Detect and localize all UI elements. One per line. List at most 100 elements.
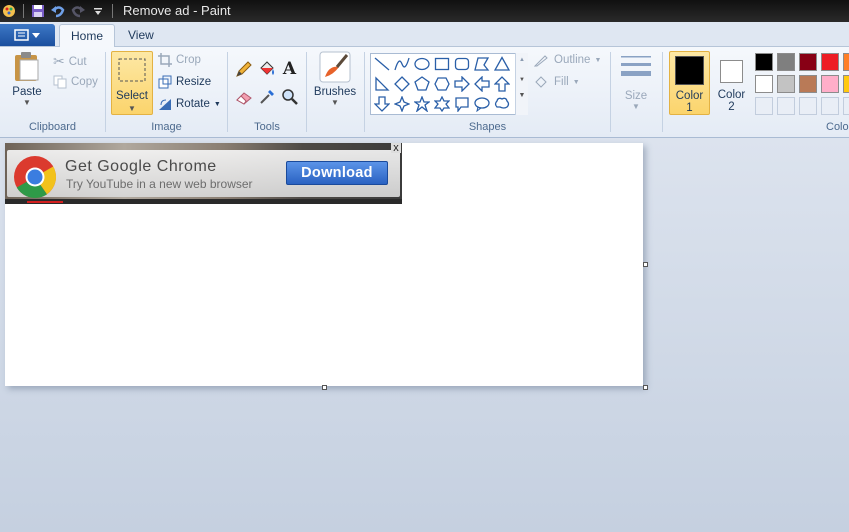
ad-close-icon[interactable]: x bbox=[391, 143, 401, 154]
resize-button[interactable]: Resize bbox=[158, 75, 211, 89]
palette-swatch[interactable] bbox=[755, 53, 773, 71]
color1-label: Color bbox=[675, 90, 704, 102]
oval-shape-icon[interactable] bbox=[413, 55, 431, 73]
paint-app-icon[interactable] bbox=[0, 2, 18, 20]
group-separator bbox=[364, 52, 365, 132]
rounded-rectangle-shape-icon[interactable] bbox=[453, 55, 471, 73]
canvas-resize-handle-corner[interactable] bbox=[643, 385, 648, 390]
drawing-canvas[interactable]: Get Google Chrome Try YouTube in a new w… bbox=[5, 143, 643, 386]
undo-icon[interactable] bbox=[49, 2, 67, 20]
ad-download-button[interactable]: Download bbox=[286, 161, 388, 185]
palette-swatch[interactable] bbox=[821, 53, 839, 71]
paste-icon bbox=[15, 52, 39, 81]
pencil-icon[interactable] bbox=[233, 58, 254, 79]
color2-number: 2 bbox=[728, 101, 735, 113]
fill-button[interactable]: Fill ▼ bbox=[534, 75, 580, 89]
palette-swatch[interactable] bbox=[799, 53, 817, 71]
video-progress-bar bbox=[27, 201, 63, 203]
palette-swatch[interactable] bbox=[821, 75, 839, 93]
customize-toolbar-icon[interactable] bbox=[89, 2, 107, 20]
tab-view[interactable]: View bbox=[117, 24, 165, 48]
rotate-button[interactable]: Rotate ▼ bbox=[158, 97, 221, 111]
up-arrow-shape-icon[interactable] bbox=[493, 75, 511, 93]
palette-swatch[interactable] bbox=[799, 75, 817, 93]
paste-label: Paste bbox=[12, 86, 42, 98]
video-player-bar bbox=[5, 199, 402, 204]
colors-group-label: Colo bbox=[826, 121, 849, 133]
polygon-shape-icon[interactable] bbox=[473, 55, 491, 73]
palette-swatch[interactable] bbox=[755, 75, 773, 93]
line-size-icon bbox=[621, 56, 651, 76]
select-dropdown-arrow[interactable]: ▼ bbox=[112, 104, 152, 113]
line-shape-icon[interactable] bbox=[373, 55, 391, 73]
cut-button[interactable]: ✂ Cut bbox=[53, 53, 87, 70]
custom-color-slot[interactable] bbox=[843, 97, 849, 115]
six-point-star-shape-icon[interactable] bbox=[433, 95, 451, 113]
triangle-shape-icon[interactable] bbox=[493, 55, 511, 73]
rectangle-shape-icon[interactable] bbox=[433, 55, 451, 73]
right-arrow-shape-icon[interactable] bbox=[453, 75, 471, 93]
rotate-icon bbox=[159, 99, 171, 110]
shapes-gallery-scrollbar[interactable]: ▲ ▼ ▼ bbox=[515, 53, 528, 115]
cloud-callout-shape-icon[interactable] bbox=[493, 95, 511, 113]
pasted-ad-image[interactable]: Get Google Chrome Try YouTube in a new w… bbox=[5, 143, 402, 204]
tools-group-label: Tools bbox=[254, 121, 280, 133]
outline-brush-icon bbox=[534, 55, 548, 67]
eraser-icon[interactable] bbox=[233, 86, 254, 107]
canvas-resize-handle-bottom[interactable] bbox=[322, 385, 327, 390]
gallery-expand-icon[interactable]: ▼ bbox=[516, 90, 528, 102]
select-button[interactable]: Select ▼ bbox=[111, 51, 153, 115]
paste-button[interactable]: Paste ▼ bbox=[8, 51, 46, 107]
tab-home[interactable]: Home bbox=[59, 24, 116, 48]
save-icon[interactable] bbox=[29, 2, 47, 20]
oval-callout-shape-icon[interactable] bbox=[473, 95, 491, 113]
curve-shape-icon[interactable] bbox=[393, 55, 411, 73]
palette-swatch[interactable] bbox=[777, 53, 795, 71]
crop-button[interactable]: Crop bbox=[158, 53, 201, 67]
magnifier-icon[interactable] bbox=[279, 86, 300, 107]
clipboard-group-label: Clipboard bbox=[28, 121, 77, 133]
color2-button[interactable]: Color 2 bbox=[712, 51, 751, 115]
down-arrow-shape-icon[interactable] bbox=[373, 95, 391, 113]
select-rectangle-icon bbox=[118, 58, 146, 82]
palette-swatch[interactable] bbox=[843, 75, 849, 93]
canvas-resize-handle-right[interactable] bbox=[643, 262, 648, 267]
brush-icon bbox=[319, 51, 351, 83]
hexagon-shape-icon[interactable] bbox=[433, 75, 451, 93]
fill-with-color-icon[interactable] bbox=[256, 58, 277, 79]
four-point-star-shape-icon[interactable] bbox=[393, 95, 411, 113]
rounded-callout-shape-icon[interactable] bbox=[453, 95, 471, 113]
copy-button[interactable]: Copy bbox=[53, 75, 98, 89]
redo-icon[interactable] bbox=[69, 2, 87, 20]
crop-icon bbox=[158, 53, 172, 67]
title-bar: Remove ad - Paint bbox=[0, 0, 849, 22]
diamond-shape-icon[interactable] bbox=[393, 75, 411, 93]
color2-swatch bbox=[720, 60, 743, 83]
custom-color-slot[interactable] bbox=[755, 97, 773, 115]
outline-button[interactable]: Outline ▼ bbox=[534, 53, 601, 67]
group-separator bbox=[105, 52, 106, 132]
scroll-up-icon[interactable]: ▲ bbox=[516, 53, 528, 67]
brushes-button[interactable]: Brushes ▼ bbox=[312, 51, 358, 107]
canvas-workspace[interactable]: Get Google Chrome Try YouTube in a new w… bbox=[0, 138, 849, 532]
chrome-logo-icon bbox=[14, 156, 56, 198]
palette-swatch[interactable] bbox=[843, 53, 849, 71]
color-picker-icon[interactable] bbox=[256, 86, 277, 107]
pentagon-shape-icon[interactable] bbox=[413, 75, 431, 93]
custom-color-slot[interactable] bbox=[799, 97, 817, 115]
right-triangle-shape-icon[interactable] bbox=[373, 75, 391, 93]
palette-swatch[interactable] bbox=[777, 75, 795, 93]
five-point-star-shape-icon[interactable] bbox=[413, 95, 431, 113]
custom-color-slot[interactable] bbox=[821, 97, 839, 115]
text-icon[interactable]: A bbox=[279, 58, 300, 79]
fill-dropdown-arrow: ▼ bbox=[572, 78, 580, 86]
custom-color-slot[interactable] bbox=[777, 97, 795, 115]
separator bbox=[112, 4, 113, 18]
left-arrow-shape-icon[interactable] bbox=[473, 75, 491, 93]
paint-menu-button[interactable] bbox=[0, 24, 55, 46]
color1-button[interactable]: Color 1 bbox=[669, 51, 710, 115]
size-button[interactable]: Size ▼ bbox=[617, 53, 655, 111]
paste-dropdown-arrow[interactable]: ▼ bbox=[8, 98, 46, 107]
scroll-down-icon[interactable]: ▼ bbox=[516, 73, 528, 87]
group-separator bbox=[227, 52, 228, 132]
